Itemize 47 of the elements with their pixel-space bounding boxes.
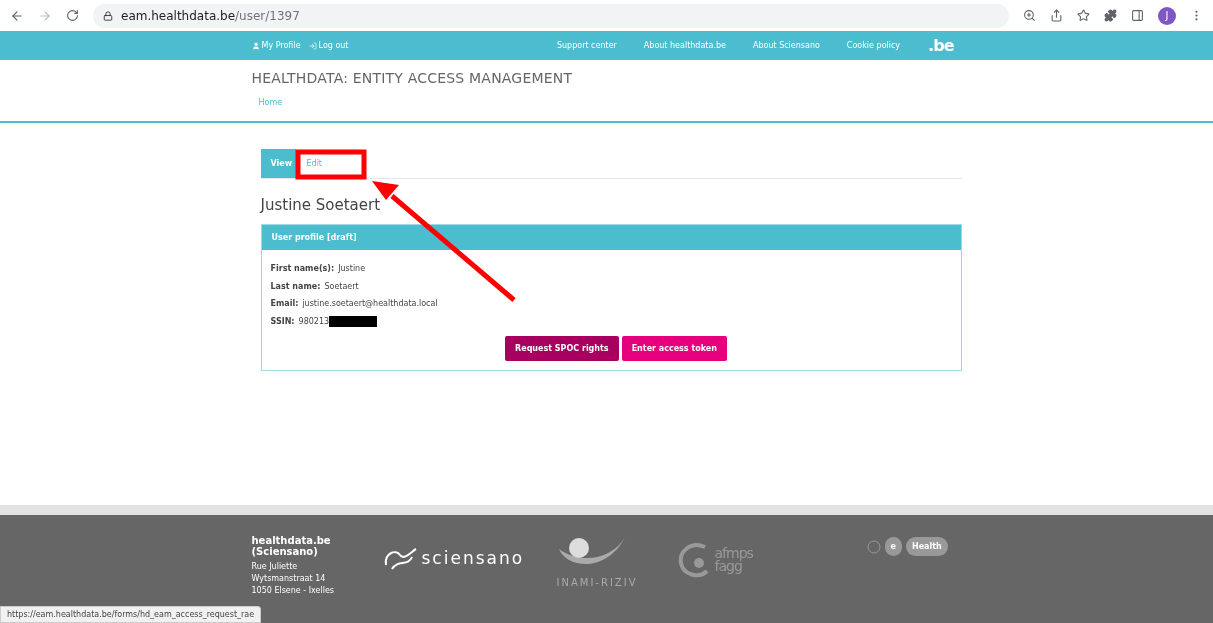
star-icon[interactable] bbox=[1077, 9, 1090, 22]
nav-link[interactable]: About Sciensano bbox=[752, 41, 820, 50]
inami-logo-text: INAMI-RIZIV bbox=[556, 577, 638, 588]
action-button[interactable]: Request SPOC rights bbox=[505, 336, 619, 361]
user-icon bbox=[251, 41, 260, 50]
field-value: Justine bbox=[338, 264, 366, 274]
sciensano-logo-text: sciensano bbox=[421, 548, 525, 568]
address-line: Rue Juliette bbox=[251, 561, 299, 573]
status-url: https://eam.healthdata.be/forms/hd_eam_access_request_rae bbox=[0, 606, 262, 623]
nav-link[interactable]: About healthdata.be bbox=[643, 41, 726, 50]
address-line: 1050 Elsene - Ixelles bbox=[251, 585, 336, 597]
field-value: 980213 bbox=[298, 316, 330, 326]
panel-title: User profile [draft] bbox=[261, 225, 961, 250]
share-icon[interactable] bbox=[1050, 9, 1063, 22]
side-panel-icon[interactable] bbox=[1131, 9, 1144, 22]
field-value: justine.soetaert@healthdata.local bbox=[302, 299, 438, 309]
nav-link[interactable]: Support center bbox=[556, 41, 617, 50]
field-value: Soetaert bbox=[324, 281, 359, 291]
ring-icon bbox=[866, 539, 881, 554]
highlight-frame bbox=[295, 149, 367, 180]
back-icon[interactable] bbox=[10, 8, 24, 23]
login-arrow-icon bbox=[308, 41, 317, 50]
swirl-c-icon bbox=[676, 541, 711, 579]
url-text: eam.healthdata.be/user/1397 bbox=[121, 8, 300, 23]
field-label: First name(s): bbox=[270, 264, 335, 274]
ehealth-e: e bbox=[884, 537, 902, 556]
site-title: HEALTHDATA: ENTITY ACCESS MANAGEMENT bbox=[251, 70, 574, 86]
field-label: SSIN: bbox=[270, 316, 295, 326]
field-label: Last name: bbox=[270, 281, 321, 291]
nav-link[interactable]: Cookie policy bbox=[846, 41, 901, 50]
logout-link[interactable]: Log out bbox=[308, 41, 349, 50]
breadcrumb-link[interactable]: Home bbox=[258, 98, 283, 107]
reload-icon[interactable] bbox=[66, 9, 79, 22]
action-button[interactable]: Enter access token bbox=[621, 336, 727, 361]
be-logo[interactable]: .be bbox=[928, 36, 954, 55]
zoom-icon[interactable] bbox=[1023, 9, 1036, 22]
profile-link[interactable]: My Profile bbox=[251, 41, 301, 50]
field-label: Email: bbox=[270, 299, 299, 309]
user-name: Justine Soetaert bbox=[260, 196, 381, 214]
lock-icon bbox=[103, 10, 113, 21]
address-line: Wytsmanstraat 14 bbox=[251, 573, 327, 585]
profile-avatar[interactable]: J bbox=[1158, 6, 1176, 25]
puzzle-icon[interactable] bbox=[1104, 9, 1117, 22]
address-bar[interactable]: eam.healthdata.be/user/1397 bbox=[93, 3, 1009, 28]
ehealth-label: Health bbox=[905, 537, 948, 556]
tab[interactable]: View bbox=[260, 149, 296, 178]
footer-org-name: healthdata.be (Sciensano) bbox=[251, 535, 332, 557]
